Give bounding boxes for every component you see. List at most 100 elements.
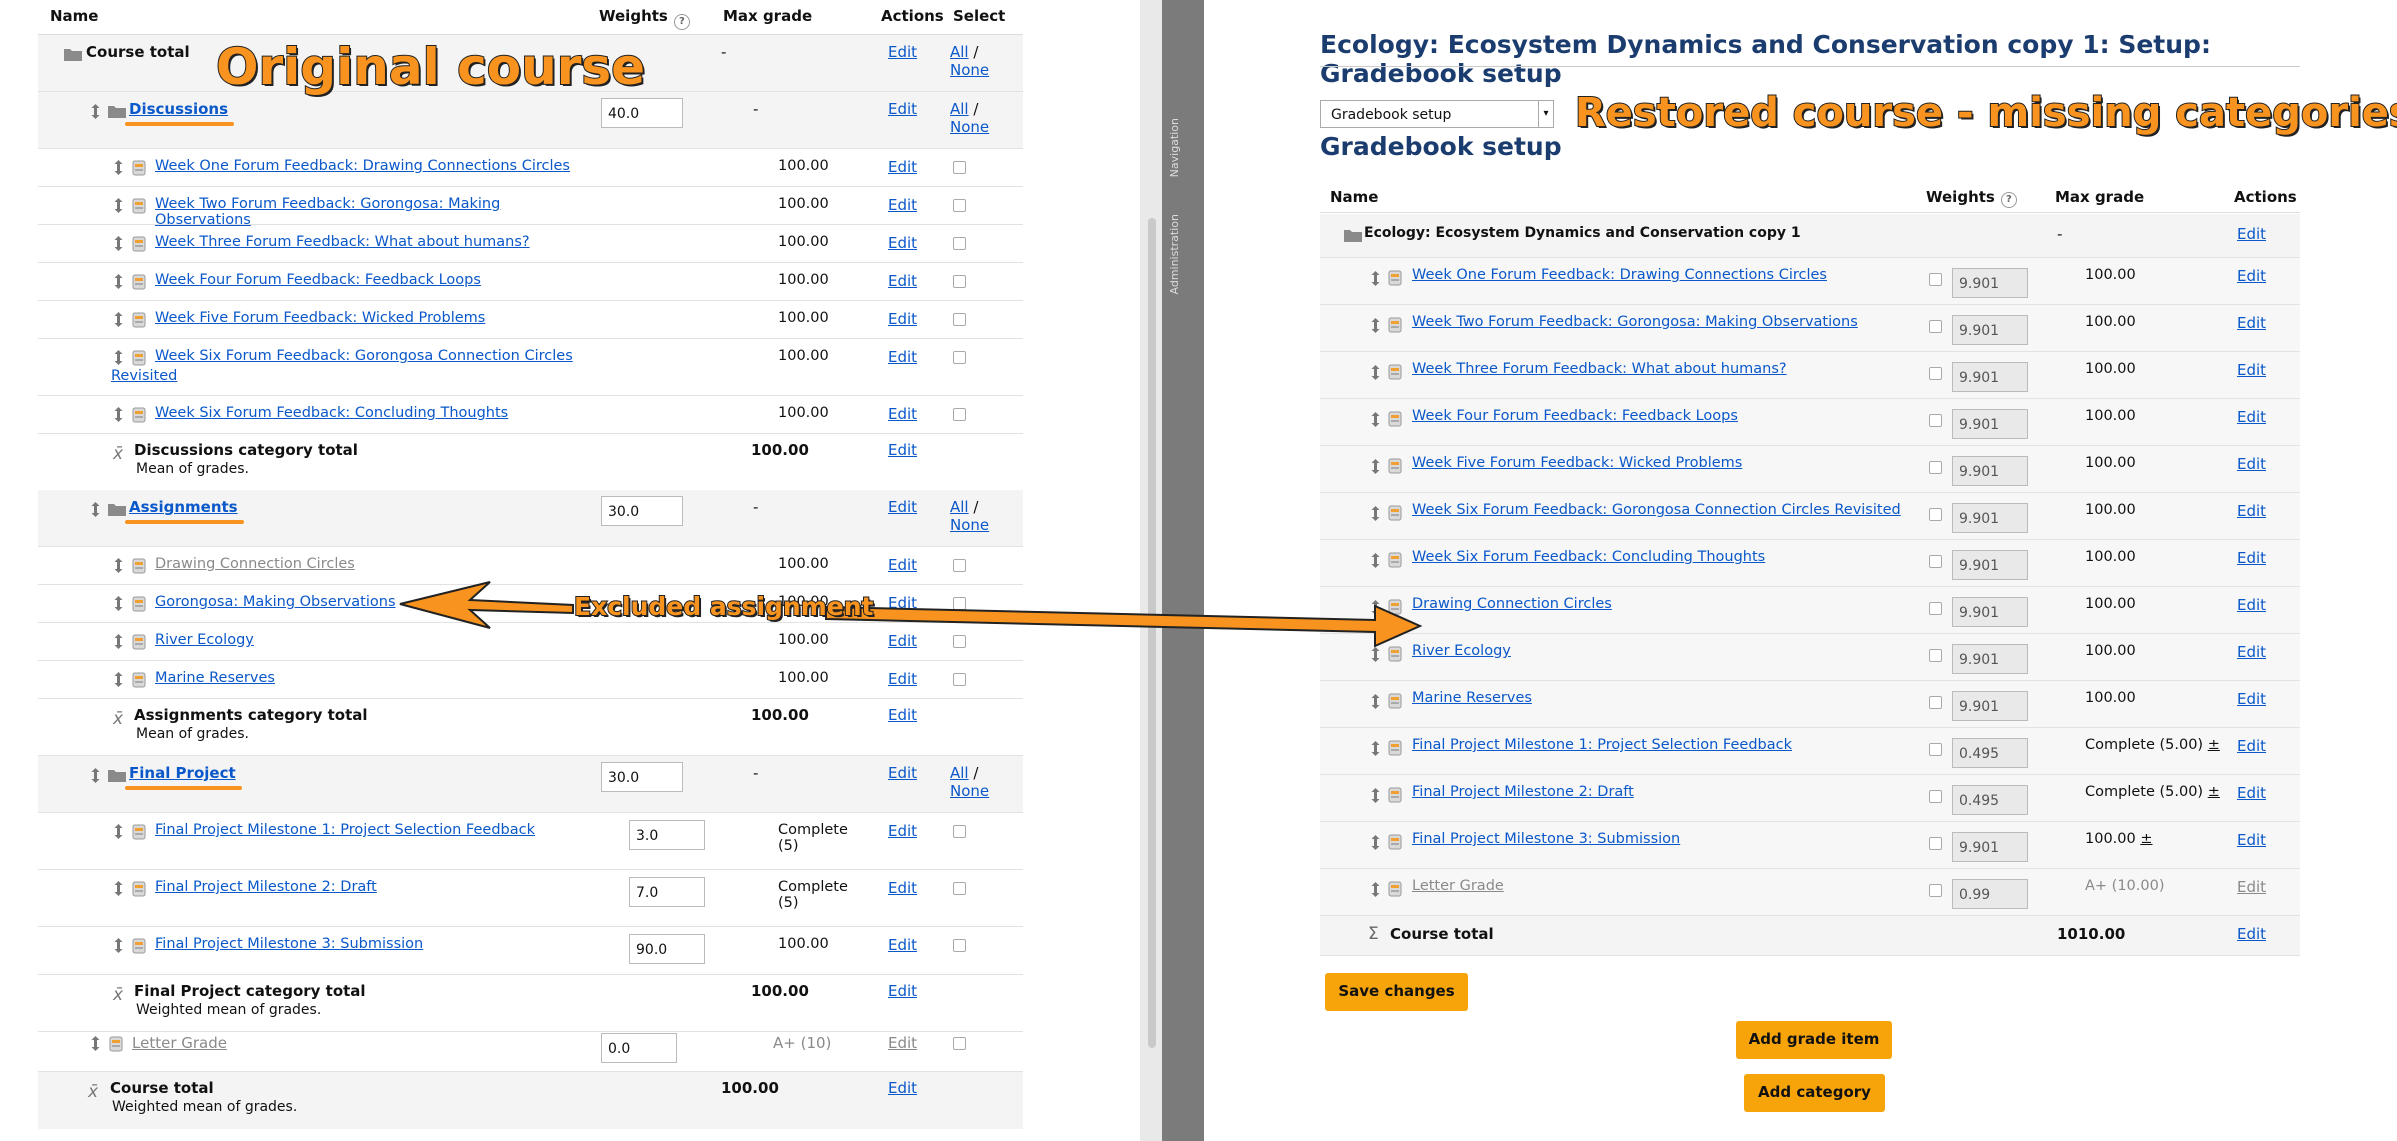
item-weight-input[interactable]: 3.0 [629,820,705,850]
edit-link[interactable]: Edit [2237,225,2266,243]
move-icon[interactable] [1368,788,1383,803]
item-weight-input[interactable]: 9.901 [1952,503,2028,533]
category-name[interactable]: Discussions [129,100,228,118]
move-icon[interactable] [111,558,126,573]
edit-link[interactable]: Edit [888,982,917,1000]
move-icon[interactable] [111,881,126,896]
grade-item-link[interactable]: Week Six Forum Feedback: Concluding Thou… [155,405,595,421]
edit-link[interactable]: Edit [888,1079,917,1097]
grade-item-link[interactable]: Letter Grade [1412,878,1504,894]
item-weight-input[interactable]: 9.901 [1952,362,2028,392]
move-icon[interactable] [1368,647,1383,662]
grade-item-link[interactable]: Final Project Milestone 3: Submission [1412,831,1680,847]
edit-link[interactable]: Edit [888,822,917,840]
select-checkbox[interactable] [953,597,966,610]
select-checkbox[interactable] [953,161,966,174]
select-all-link[interactable]: All [950,764,969,782]
weight-override-checkbox[interactable] [1929,273,1942,286]
grade-item-link[interactable]: Week Four Forum Feedback: Feedback Loops [1412,408,1738,424]
move-icon[interactable] [1368,459,1383,474]
select-checkbox[interactable] [953,882,966,895]
gradebook-select[interactable]: Gradebook setup ▾ [1320,100,1554,128]
select-checkbox[interactable] [953,408,966,421]
select-checkbox[interactable] [953,1037,966,1050]
edit-link[interactable]: Edit [888,632,917,650]
move-icon[interactable] [1368,694,1383,709]
grade-item-link[interactable]: Week Two Forum Feedback: Gorongosa: Maki… [155,196,595,228]
move-icon[interactable] [111,350,126,365]
save-changes-button[interactable]: Save changes [1325,973,1468,1011]
edit-link[interactable]: Edit [888,310,917,328]
edit-link[interactable]: Edit [2237,925,2266,943]
grade-item-link[interactable]: Final Project Milestone 1: Project Selec… [1412,737,1792,753]
weight-override-checkbox[interactable] [1929,320,1942,333]
edit-link[interactable]: Edit [2237,784,2266,802]
grade-item-link[interactable]: Week One Forum Feedback: Drawing Connect… [1412,267,1827,283]
grade-item-link[interactable]: Final Project Milestone 2: Draft [155,879,595,895]
grade-item-link[interactable]: Drawing Connection Circles [1412,596,1612,612]
item-weight-input[interactable]: 9.901 [1952,550,2028,580]
weight-override-checkbox[interactable] [1929,555,1942,568]
edit-link[interactable]: Edit [888,348,917,366]
select-all-link[interactable]: All [950,100,969,118]
edit-link[interactable]: Edit [888,1034,917,1052]
select-checkbox[interactable] [953,673,966,686]
help-icon[interactable]: ? [673,14,690,30]
edit-link[interactable]: Edit [2237,408,2266,426]
edit-link[interactable]: Edit [888,556,917,574]
move-icon[interactable] [1368,882,1383,897]
scrollbar[interactable] [1148,218,1156,1048]
category-weight-input[interactable]: 30.0 [601,762,683,792]
weight-override-checkbox[interactable] [1929,884,1942,897]
grade-item-link[interactable]: Week Two Forum Feedback: Gorongosa: Maki… [1412,314,1858,330]
select-none-link[interactable]: None [950,118,989,136]
edit-link[interactable]: Edit [888,594,917,612]
grade-item-link[interactable]: Week Five Forum Feedback: Wicked Problem… [1412,455,1742,471]
help-icon[interactable]: ? [2000,192,2017,208]
edit-link[interactable]: Edit [2237,878,2266,896]
move-icon[interactable] [1368,741,1383,756]
letter-grade-weight-input[interactable]: 0.0 [601,1033,677,1063]
weight-override-checkbox[interactable] [1929,602,1942,615]
item-weight-input[interactable]: 9.901 [1952,456,2028,486]
move-icon[interactable] [111,198,126,213]
grade-item-link[interactable]: Week Six Forum Feedback: Gorongosa Conne… [1412,502,1901,518]
add-category-button[interactable]: Add category [1744,1074,1885,1112]
move-icon[interactable] [111,236,126,251]
edit-link[interactable]: Edit [2237,549,2266,567]
item-weight-input[interactable]: 7.0 [629,877,705,907]
edit-link[interactable]: Edit [2237,502,2266,520]
item-weight-input[interactable]: 0.495 [1952,785,2028,815]
weight-override-checkbox[interactable] [1929,461,1942,474]
weight-override-checkbox[interactable] [1929,790,1942,803]
weight-override-checkbox[interactable] [1929,837,1942,850]
grade-item-link[interactable]: Marine Reserves [155,670,595,686]
edit-link[interactable]: Edit [888,158,917,176]
select-checkbox[interactable] [953,559,966,572]
edit-link[interactable]: Edit [2237,455,2266,473]
item-weight-input[interactable]: 90.0 [629,934,705,964]
edit-link[interactable]: Edit [2237,737,2266,755]
select-checkbox[interactable] [953,275,966,288]
edit-link[interactable]: Edit [888,100,917,118]
select-checkbox[interactable] [953,199,966,212]
grade-item-link[interactable]: Week Six Forum Feedback: Gorongosa Conne… [155,348,595,364]
item-weight-input[interactable]: 9.901 [1952,597,2028,627]
move-icon[interactable] [1368,318,1383,333]
move-icon[interactable] [111,634,126,649]
select-none-link[interactable]: None [950,516,989,534]
item-weight-input[interactable]: 9.901 [1952,409,2028,439]
edit-link[interactable]: Edit [888,234,917,252]
select-checkbox[interactable] [953,351,966,364]
grade-item-link[interactable]: Drawing Connection Circles [155,556,595,572]
edit-link[interactable]: Edit [2237,690,2266,708]
grade-item-link[interactable]: River Ecology [1412,643,1511,659]
move-icon[interactable] [88,104,103,119]
edit-link[interactable]: Edit [888,879,917,897]
item-weight-input[interactable]: 9.901 [1952,315,2028,345]
move-icon[interactable] [1368,506,1383,521]
edit-link[interactable]: Edit [888,405,917,423]
edit-link[interactable]: Edit [2237,314,2266,332]
move-icon[interactable] [111,596,126,611]
item-weight-input[interactable]: 0.99 [1952,879,2028,909]
